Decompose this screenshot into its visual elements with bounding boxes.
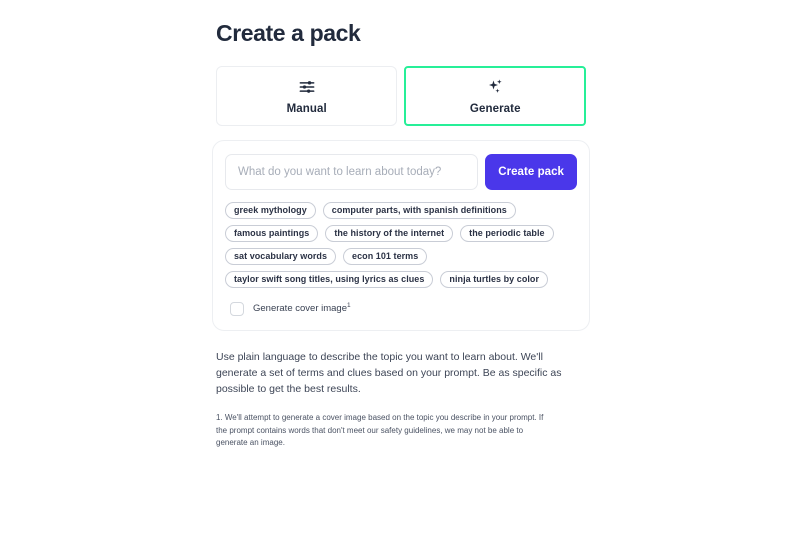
helper-text: Use plain language to describe the topic…	[216, 350, 562, 396]
suggestion-chip[interactable]: the history of the internet	[325, 224, 454, 242]
suggestion-chip[interactable]: computer parts, with spanish definitions	[322, 201, 516, 219]
sparkles-icon	[485, 77, 505, 97]
cover-image-footnote-marker: 1	[347, 301, 351, 309]
suggestion-chip[interactable]: ninja turtles by color	[440, 270, 549, 288]
create-pack-page: Create a pack Manual Generate What do yo…	[0, 0, 800, 534]
prompt-row: Create pack	[225, 153, 577, 190]
create-pack-button[interactable]: Create pack	[485, 153, 577, 190]
sliders-icon	[297, 77, 317, 97]
cover-image-row: Generate cover image1	[225, 301, 577, 316]
generate-card: Create pack greek mythology computer par…	[212, 139, 590, 331]
tab-manual-label: Manual	[286, 102, 327, 115]
footnote-text: 1. We'll attempt to generate a cover ima…	[216, 413, 544, 448]
cover-image-label-text: Generate cover image	[253, 303, 347, 315]
suggestion-chip[interactable]: sat vocabulary words	[225, 247, 337, 265]
suggestion-chip[interactable]: greek mythology	[225, 201, 316, 219]
suggestion-chips: greek mythology computer parts, with spa…	[225, 201, 577, 288]
suggestion-chip[interactable]: the periodic table	[460, 224, 554, 242]
prompt-input[interactable]	[225, 153, 479, 190]
mode-tabs: Manual Generate	[216, 65, 586, 126]
tab-generate-label: Generate	[469, 102, 521, 115]
suggestion-chip[interactable]: econ 101 terms	[343, 247, 428, 265]
suggestion-chip[interactable]: famous paintings	[225, 224, 319, 242]
page-content: Create a pack Manual Generate What do yo…	[212, 20, 590, 458]
suggestion-chip[interactable]: taylor swift song titles, using lyrics a…	[225, 270, 434, 288]
generate-cover-image-label[interactable]: Generate cover image1	[253, 301, 351, 315]
page-title: Create a pack	[216, 20, 361, 46]
tab-generate[interactable]: Generate	[404, 65, 586, 126]
tab-manual[interactable]: Manual	[216, 65, 398, 126]
generate-cover-image-checkbox[interactable]	[230, 301, 244, 316]
